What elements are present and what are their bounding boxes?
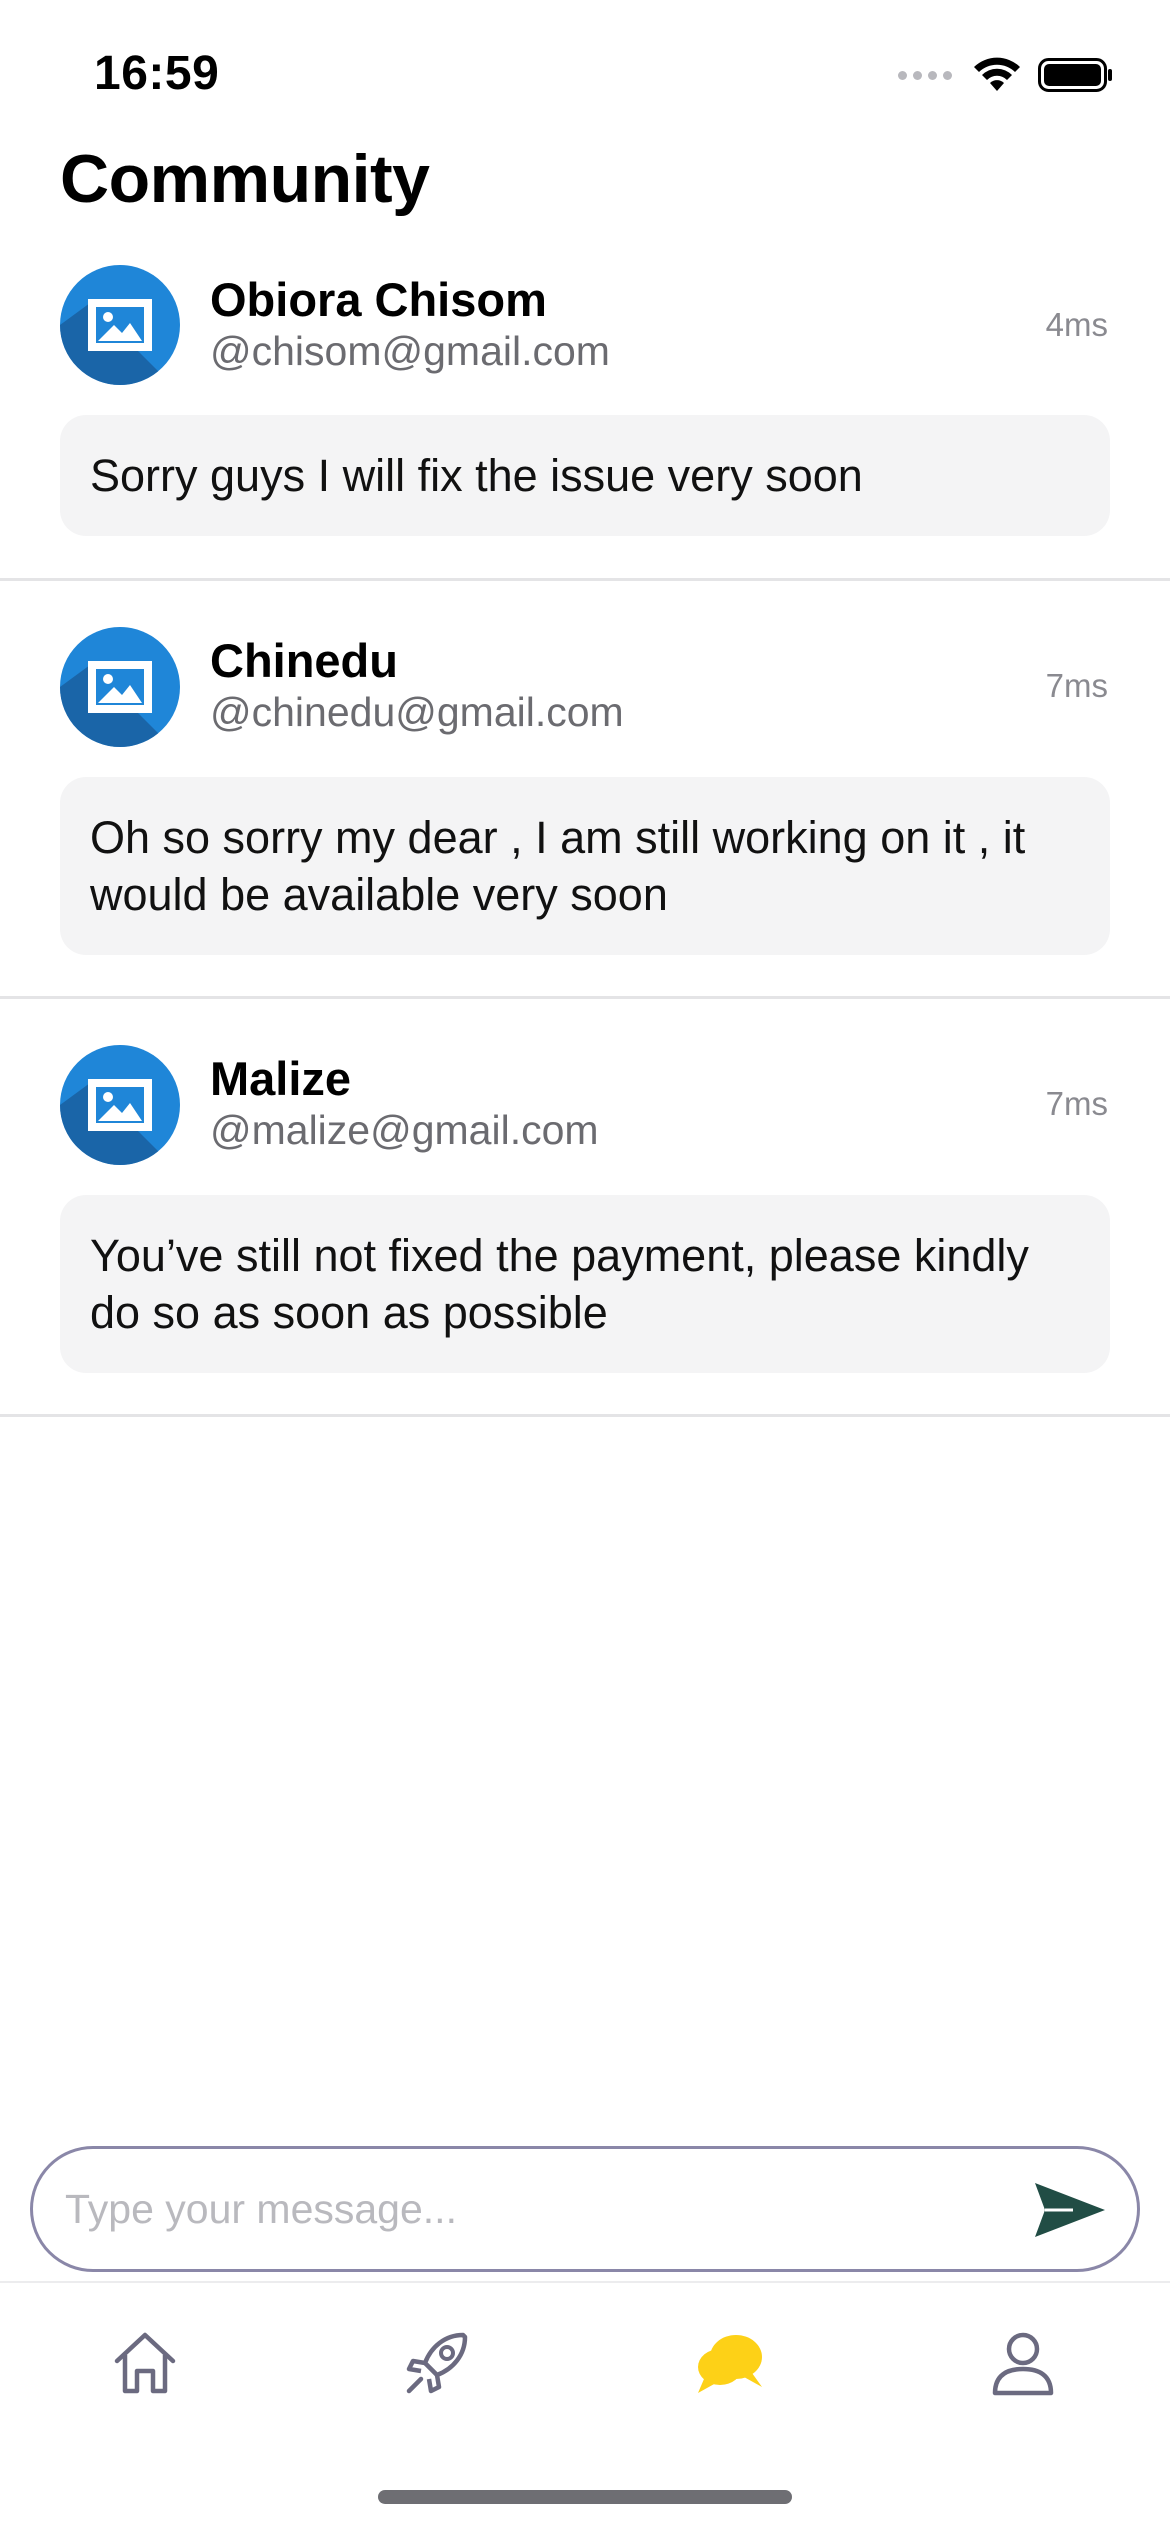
avatar[interactable] — [60, 627, 180, 747]
post-author-name: Malize — [210, 1052, 352, 1105]
image-placeholder-icon — [60, 1079, 180, 1165]
status-time: 16:59 — [94, 47, 220, 100]
message-composer — [30, 2146, 1140, 2272]
post-timestamp: 7ms — [1045, 667, 1108, 704]
tab-explore[interactable] — [397, 2323, 477, 2403]
avatar[interactable] — [60, 1045, 180, 1165]
post-author-name: Chinedu — [210, 634, 398, 687]
post-item[interactable]: Chinedu @chinedu@gmail.com 7ms Oh so sor… — [0, 581, 1170, 999]
post-author-handle: @malize@gmail.com — [210, 1107, 599, 1153]
tab-home[interactable] — [105, 2323, 185, 2403]
message-bubble: Oh so sorry my dear , I am still working… — [60, 777, 1110, 955]
post-timestamp: 4ms — [1045, 306, 1108, 343]
post-item[interactable]: Obiora Chisom @chisom@gmail.com 4ms Sorr… — [0, 240, 1170, 581]
image-placeholder-icon — [60, 299, 180, 385]
chat-icon — [698, 2335, 762, 2393]
home-icon — [114, 2332, 176, 2394]
tab-community[interactable] — [690, 2323, 770, 2403]
post-author-handle: @chinedu@gmail.com — [210, 689, 624, 735]
tab-profile[interactable] — [983, 2323, 1063, 2403]
post-author-name: Obiora Chisom — [210, 273, 547, 326]
rocket-icon — [406, 2332, 468, 2394]
avatar[interactable] — [60, 265, 180, 385]
message-bubble: You’ve still not fixed the payment, plea… — [60, 1195, 1110, 1373]
home-indicator — [378, 2490, 792, 2504]
post-item[interactable]: Malize @malize@gmail.com 7ms You’ve stil… — [0, 999, 1170, 1417]
send-icon — [1035, 2183, 1105, 2237]
battery-icon — [1038, 58, 1112, 92]
status-icons — [898, 50, 1114, 100]
cellular-signal-icon — [898, 70, 952, 80]
page-title: Community — [60, 141, 430, 217]
post-timestamp: 7ms — [1045, 1085, 1108, 1122]
community-screen: 16:59 Community Obiora Chisom @chisom@gm… — [0, 0, 1170, 2532]
message-input[interactable] — [65, 2149, 1025, 2269]
status-bar: 16:59 — [0, 0, 1170, 140]
message-bubble: Sorry guys I will fix the issue very soo… — [60, 415, 1110, 536]
post-author-handle: @chisom@gmail.com — [210, 328, 610, 374]
send-button[interactable] — [1033, 2179, 1107, 2241]
image-placeholder-icon — [60, 661, 180, 747]
profile-icon — [992, 2332, 1054, 2396]
wifi-icon — [974, 57, 1020, 91]
